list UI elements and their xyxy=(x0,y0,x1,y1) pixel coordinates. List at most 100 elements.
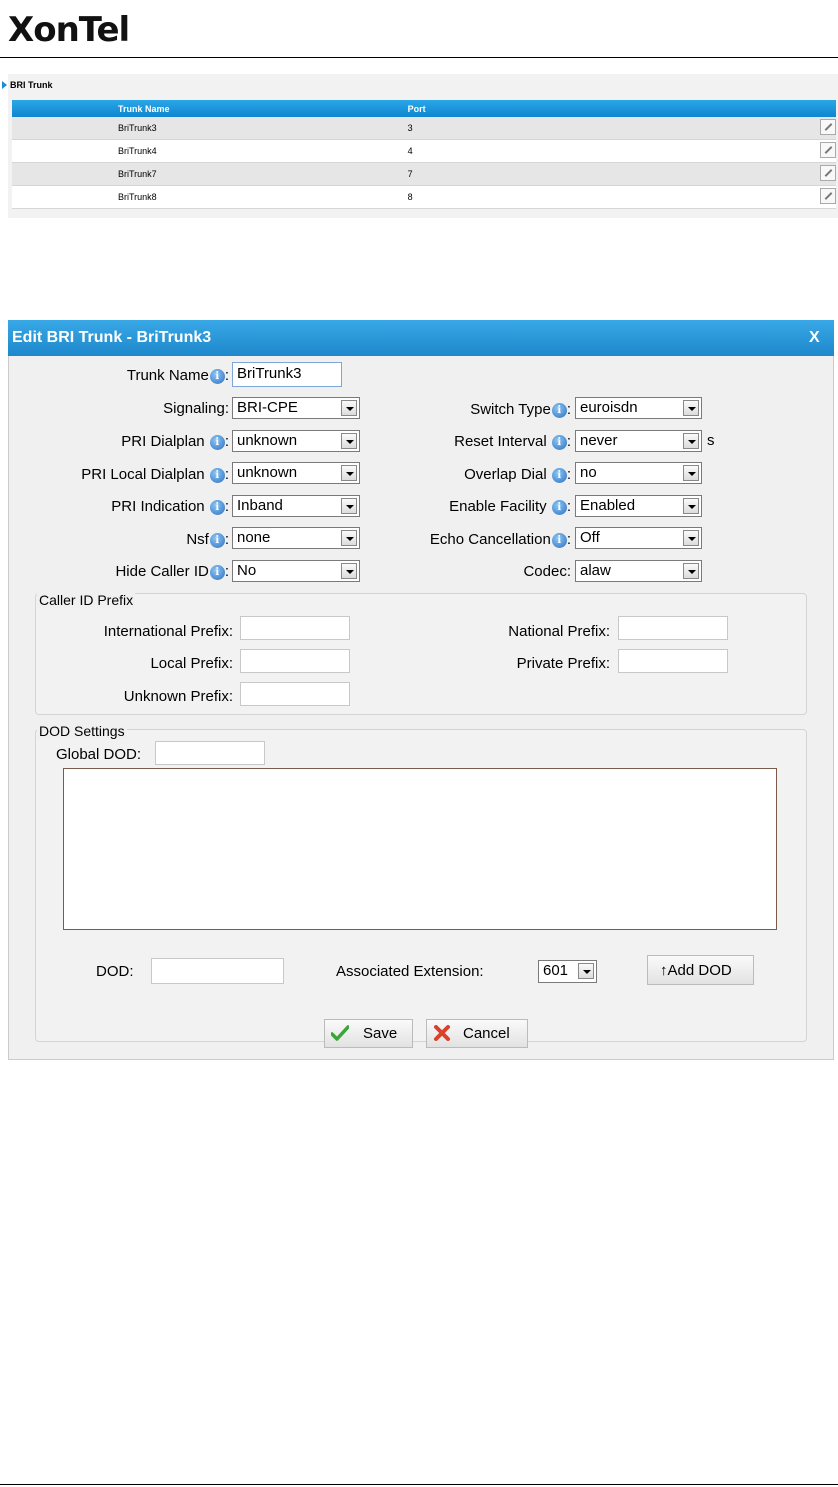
pri-local-dialplan-label: PRI Local Dialplan xyxy=(81,466,205,483)
trunk-name-cell: BriTrunk4 xyxy=(12,139,408,163)
nsf-select[interactable]: none xyxy=(232,527,360,549)
cancel-button[interactable]: Cancel xyxy=(426,1019,528,1048)
edit-icon[interactable] xyxy=(820,142,836,158)
table-row[interactable]: BriTrunk4 4 xyxy=(12,139,836,163)
echo-cancellation-value: Off xyxy=(580,529,600,546)
international-prefix-input[interactable] xyxy=(240,616,350,640)
dod-label: DOD: xyxy=(96,963,134,980)
codec-label: Codec: xyxy=(523,563,571,580)
overlap-dial-select[interactable]: no xyxy=(575,462,702,484)
signaling-select[interactable]: BRI-CPE xyxy=(232,397,360,419)
pri-dialplan-value: unknown xyxy=(237,432,298,449)
dod-list-textarea[interactable] xyxy=(63,768,777,930)
pri-indication-select[interactable]: Inband xyxy=(232,495,360,517)
enable-facility-value: Enabled xyxy=(580,497,636,514)
edit-icon[interactable] xyxy=(820,119,836,135)
cancel-label: Cancel xyxy=(463,1025,510,1042)
expand-arrow-icon[interactable] xyxy=(2,81,7,89)
info-icon[interactable]: i xyxy=(209,500,225,515)
international-prefix-label: International Prefix: xyxy=(103,623,233,640)
nsf-label: Nsf xyxy=(186,531,209,548)
chevron-down-icon[interactable] xyxy=(341,465,357,481)
enable-facility-select[interactable]: Enabled xyxy=(575,495,702,517)
reset-interval-unit: s xyxy=(707,432,715,449)
chevron-down-icon[interactable] xyxy=(341,400,357,416)
chevron-down-icon[interactable] xyxy=(341,530,357,546)
info-icon[interactable]: i xyxy=(551,403,567,418)
info-icon[interactable]: i xyxy=(209,468,225,483)
port-cell: 8 xyxy=(407,185,802,209)
codec-select[interactable]: alaw xyxy=(575,560,702,582)
info-icon[interactable]: i xyxy=(209,435,225,450)
chevron-down-icon[interactable] xyxy=(341,498,357,514)
chevron-down-icon[interactable] xyxy=(341,563,357,579)
associated-extension-select[interactable]: 601 xyxy=(538,960,597,983)
pri-dialplan-select[interactable]: unknown xyxy=(232,430,360,452)
table-row[interactable]: BriTrunk7 7 xyxy=(12,162,836,186)
hide-caller-id-value: No xyxy=(237,562,257,579)
hide-caller-id-label: Hide Caller ID xyxy=(115,563,209,580)
trunk-name-label: Trunk Name xyxy=(126,367,209,384)
pri-indication-label-group: PRI Indication i: xyxy=(111,498,229,515)
pri-dialplan-label-group: PRI Dialplan i: xyxy=(121,433,229,450)
add-dod-button[interactable]: ↑Add DOD xyxy=(647,955,754,985)
unknown-prefix-label: Unknown Prefix: xyxy=(123,688,233,705)
pri-indication-value: Inband xyxy=(237,497,283,514)
chevron-down-icon[interactable] xyxy=(683,433,699,449)
cancel-x-icon xyxy=(434,1025,450,1041)
pri-local-dialplan-select[interactable]: unknown xyxy=(232,462,360,484)
national-prefix-input[interactable] xyxy=(618,616,728,640)
switch-type-select[interactable]: euroisdn xyxy=(575,397,702,419)
info-icon[interactable]: i xyxy=(209,565,225,580)
dod-input[interactable] xyxy=(151,958,284,984)
echo-cancellation-label: Echo Cancellation xyxy=(429,531,551,548)
reset-interval-select[interactable]: never xyxy=(575,430,702,452)
close-button[interactable]: X xyxy=(809,329,820,347)
chevron-down-icon[interactable] xyxy=(683,498,699,514)
trunk-name-cell: BriTrunk7 xyxy=(12,162,408,186)
unknown-prefix-input[interactable] xyxy=(240,682,350,706)
codec-value: alaw xyxy=(580,562,611,579)
info-icon[interactable]: i xyxy=(551,468,567,483)
chevron-down-icon[interactable] xyxy=(683,563,699,579)
reset-interval-label-group: Reset Interval i: xyxy=(454,433,571,450)
table-header-row: Trunk Name Port xyxy=(12,100,836,117)
hide-caller-id-label-group: Hide Caller ID i: xyxy=(115,563,229,580)
colon: : xyxy=(224,433,229,450)
chevron-down-icon[interactable] xyxy=(683,530,699,546)
table-row[interactable]: BriTrunk3 3 xyxy=(12,117,836,140)
trunk-list-title: BRI Trunk xyxy=(10,80,53,90)
global-dod-label: Global DOD: xyxy=(56,746,142,763)
trunk-name-value: BriTrunk3 xyxy=(237,365,302,382)
local-prefix-input[interactable] xyxy=(240,649,350,673)
colon: : xyxy=(566,466,571,483)
trunk-name-input[interactable]: BriTrunk3 xyxy=(232,362,342,387)
private-prefix-label: Private Prefix: xyxy=(516,655,610,672)
pri-indication-label: PRI Indication xyxy=(111,498,205,515)
save-label: Save xyxy=(363,1025,398,1042)
colon: : xyxy=(566,433,571,450)
chevron-down-icon[interactable] xyxy=(578,963,594,979)
caller-id-prefix-title: Caller ID Prefix xyxy=(37,592,136,608)
header-divider xyxy=(0,57,838,58)
info-icon[interactable]: i xyxy=(551,533,567,548)
dialog-title: Edit BRI Trunk - BriTrunk3 xyxy=(12,329,212,346)
edit-icon[interactable] xyxy=(820,165,836,181)
colon: : xyxy=(566,401,571,418)
info-icon[interactable]: i xyxy=(551,500,567,515)
chevron-down-icon[interactable] xyxy=(341,433,357,449)
save-button[interactable]: Save xyxy=(324,1019,413,1048)
table-row[interactable]: BriTrunk8 8 xyxy=(12,185,836,209)
footer-divider xyxy=(0,1484,838,1485)
actions-cell xyxy=(802,185,836,209)
echo-cancellation-select[interactable]: Off xyxy=(575,527,702,549)
private-prefix-input[interactable] xyxy=(618,649,728,673)
info-icon[interactable]: i xyxy=(209,533,225,548)
hide-caller-id-select[interactable]: No xyxy=(232,560,360,582)
chevron-down-icon[interactable] xyxy=(683,400,699,416)
chevron-down-icon[interactable] xyxy=(683,465,699,481)
info-icon[interactable]: i xyxy=(551,435,567,450)
global-dod-input[interactable] xyxy=(155,741,265,765)
edit-icon[interactable] xyxy=(820,188,836,204)
info-icon[interactable]: i xyxy=(209,369,225,384)
